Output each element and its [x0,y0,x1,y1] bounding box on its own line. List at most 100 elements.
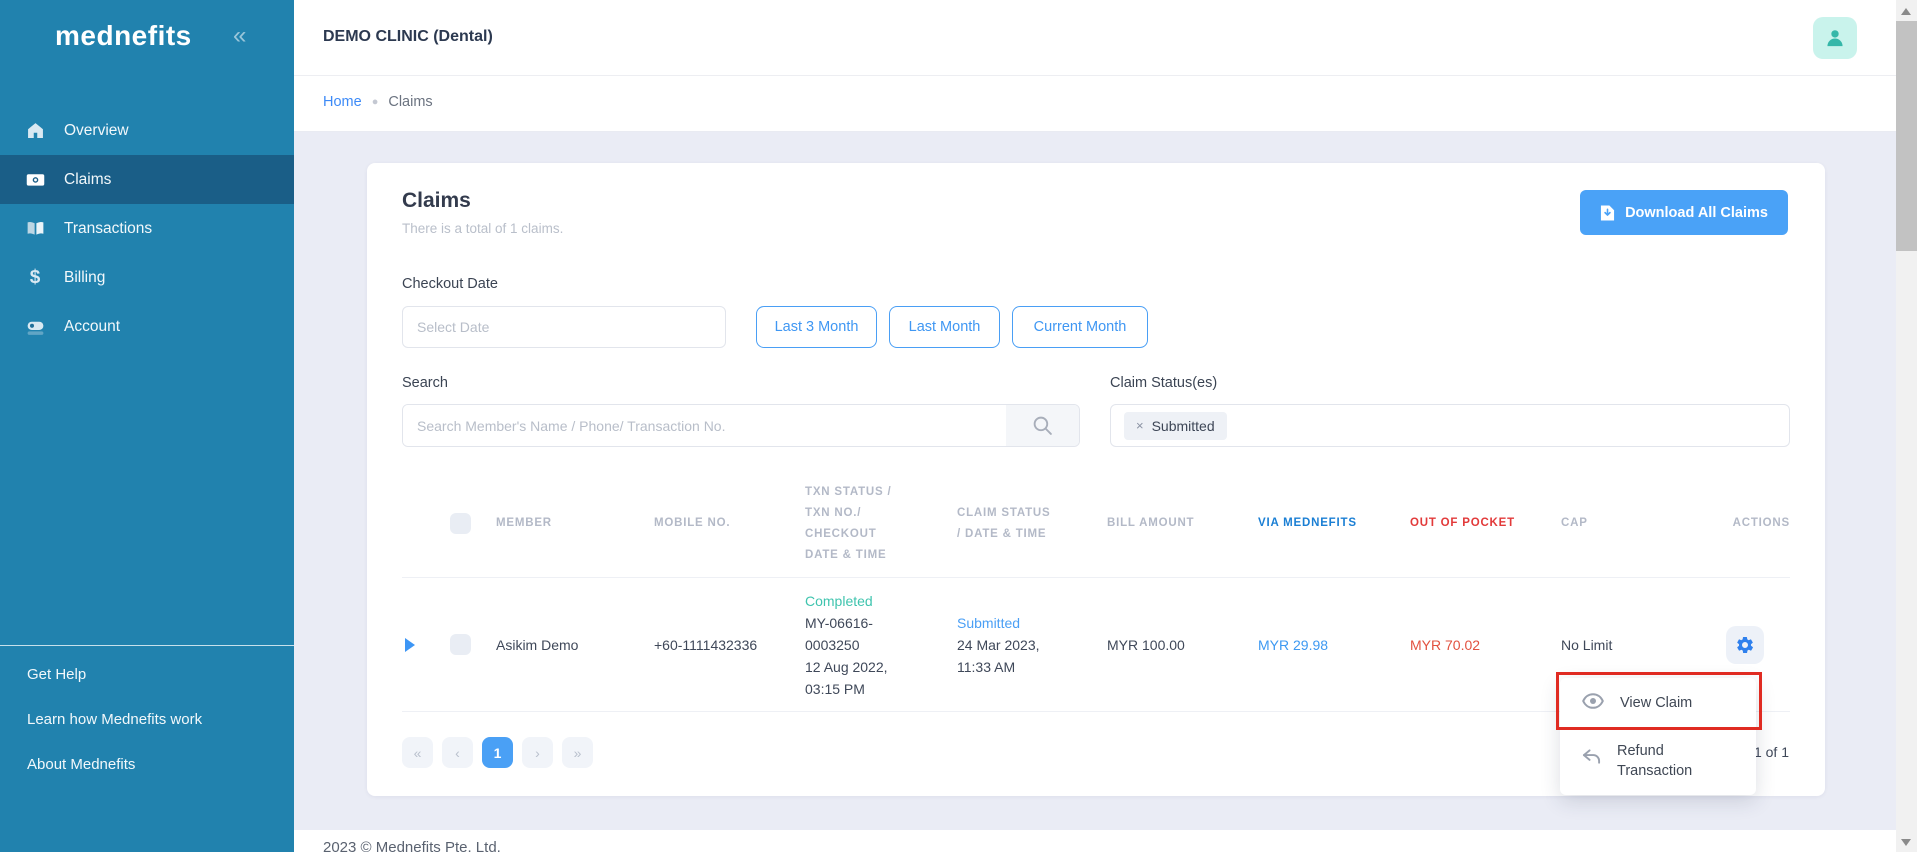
claims-count-subtitle: There is a total of 1 claims. [402,221,564,236]
row-expand-icon[interactable] [405,637,415,652]
claims-card-icon [24,169,46,191]
learn-mednefits-link[interactable]: Learn how Mednefits work [27,711,202,728]
col-cap: CAP [1561,517,1588,529]
row-actions-button[interactable] [1726,625,1764,664]
search-icon [1033,416,1052,435]
remove-tag-icon[interactable]: × [1136,418,1144,433]
cell-claim: Submitted 24 Mar 2023, 11:33 AM [957,612,1107,678]
claim-status-select[interactable]: × Submitted [1110,404,1790,447]
sidebar-item-label: Transactions [64,219,153,237]
topbar: DEMO CLINIC (Dental) [294,0,1896,76]
checkout-date-input[interactable] [402,306,726,348]
cell-member: Asikim Demo [496,636,579,653]
claims-table: MEMBER MOBILE NO. TXN STATUS / TXN NO./ … [402,470,1790,712]
eye-icon [1582,693,1604,714]
download-button-label: Download All Claims [1625,204,1768,221]
view-claim-menu-item[interactable]: View Claim [1560,678,1756,728]
refund-transaction-menu-item[interactable]: Refund Transaction [1560,728,1756,795]
col-mobile: MOBILE NO. [654,517,731,529]
status-tag-submitted: × Submitted [1124,411,1227,440]
pagination-last-button[interactable]: » [562,737,593,768]
sidebar-collapse-icon[interactable]: « [233,22,246,50]
cell-cap: No Limit [1561,636,1613,653]
search-button[interactable] [1006,405,1079,446]
gear-icon [1737,636,1753,653]
clinic-name: DEMO CLINIC (Dental) [323,28,493,45]
download-all-claims-button[interactable]: Download All Claims [1580,190,1788,235]
footer: 2023 © Mednefits Pte. Ltd. [294,830,1896,852]
person-icon [1827,30,1843,47]
sidebar-item-label: Claims [64,170,112,188]
dollar-icon: $ [29,266,41,288]
row-actions-menu: View Claim Refund Transaction [1560,678,1756,795]
mednefits-logo: mednefits [55,20,192,51]
sidebar-item-transactions[interactable]: Transactions [0,204,294,253]
breadcrumb-separator-icon: ● [371,96,379,108]
col-bill-amount: BILL AMOUNT [1107,517,1195,529]
cell-out-of-pocket: MYR 70.02 [1410,636,1481,653]
sidebar: mednefits « Overview Claims Transactions… [0,0,294,852]
cell-mobile: +60-1111432336 [654,636,758,653]
search-input[interactable] [403,405,1006,446]
select-all-checkbox[interactable] [450,513,471,534]
current-month-button[interactable]: Current Month [1012,306,1148,348]
sidebar-nav: Overview Claims Transactions $ Billing A… [0,106,294,351]
page-info: 1 of 1 [1753,744,1789,760]
scrollbar-thumb[interactable] [1896,21,1917,251]
row-checkbox[interactable] [450,634,471,655]
claim-status-label: Claim Status(es) [1110,375,1218,391]
sidebar-item-label: Billing [64,268,106,286]
last-month-button[interactable]: Last Month [889,306,1000,348]
sidebar-item-claims[interactable]: Claims [0,155,294,204]
sidebar-item-billing[interactable]: $ Billing [0,253,294,302]
col-actions: ACTIONS [1732,517,1790,529]
pagination-first-button[interactable]: « [402,737,433,768]
quick-filter-buttons: Last 3 Month Last Month Current Month [756,306,1148,348]
vertical-scrollbar [1896,0,1917,852]
search-label: Search [402,375,448,391]
account-toggle-icon [24,316,46,338]
cell-txn: Completed MY-06616- 0003250 12 Aug 2022,… [805,590,957,700]
table-header-row: MEMBER MOBILE NO. TXN STATUS / TXN NO./ … [402,470,1790,578]
sidebar-item-label: Account [64,317,121,335]
last-3-month-button[interactable]: Last 3 Month [756,306,877,348]
breadcrumb: Home ● Claims [294,76,1896,132]
page-title: Claims [402,189,471,212]
about-mednefits-link[interactable]: About Mednefits [27,756,202,773]
status-tag-label: Submitted [1151,417,1215,434]
sidebar-item-label: Overview [64,121,129,139]
breadcrumb-current: Claims [388,94,433,110]
search-box [402,404,1080,447]
claim-status-submitted: Submitted [957,614,1021,631]
sidebar-item-overview[interactable]: Overview [0,106,294,155]
txn-status-completed: Completed [805,592,873,609]
download-file-icon [1601,205,1615,220]
col-via-mednefits: VIA MEDNEFITS [1258,517,1357,529]
pagination-prev-button[interactable]: ‹ [442,737,473,768]
scrollbar-down-arrow[interactable] [1901,839,1911,846]
col-member: MEMBER [496,517,552,529]
sidebar-logo-row: mednefits « [0,0,294,76]
sidebar-footer-links: Get Help Learn how Mednefits work About … [27,666,202,801]
cell-bill-amount: MYR 100.00 [1107,636,1185,653]
sidebar-divider [0,645,294,646]
checkout-date-label: Checkout Date [402,276,498,292]
refund-undo-icon [1582,749,1601,770]
view-claim-label: View Claim [1620,695,1693,711]
col-claim-status: CLAIM STATUS / DATE & TIME [957,506,1051,540]
cell-via-mednefits: MYR 29.98 [1258,636,1329,653]
refund-transaction-label: Refund Transaction [1617,743,1693,779]
col-txn-status: TXN STATUS / TXN NO./ CHECKOUT DATE & TI… [805,485,892,561]
transactions-book-icon [24,218,46,240]
get-help-link[interactable]: Get Help [27,666,202,683]
pagination: « ‹ 1 › » [402,737,593,768]
scrollbar-up-arrow[interactable] [1901,8,1911,15]
copyright-text: 2023 © Mednefits Pte. Ltd. [323,839,501,852]
pagination-page-1[interactable]: 1 [482,737,513,768]
sidebar-item-account[interactable]: Account [0,302,294,351]
home-icon [24,120,46,142]
col-out-of-pocket: OUT OF POCKET [1410,517,1515,529]
user-avatar[interactable] [1813,17,1857,59]
pagination-next-button[interactable]: › [522,737,553,768]
breadcrumb-home-link[interactable]: Home [323,94,362,110]
